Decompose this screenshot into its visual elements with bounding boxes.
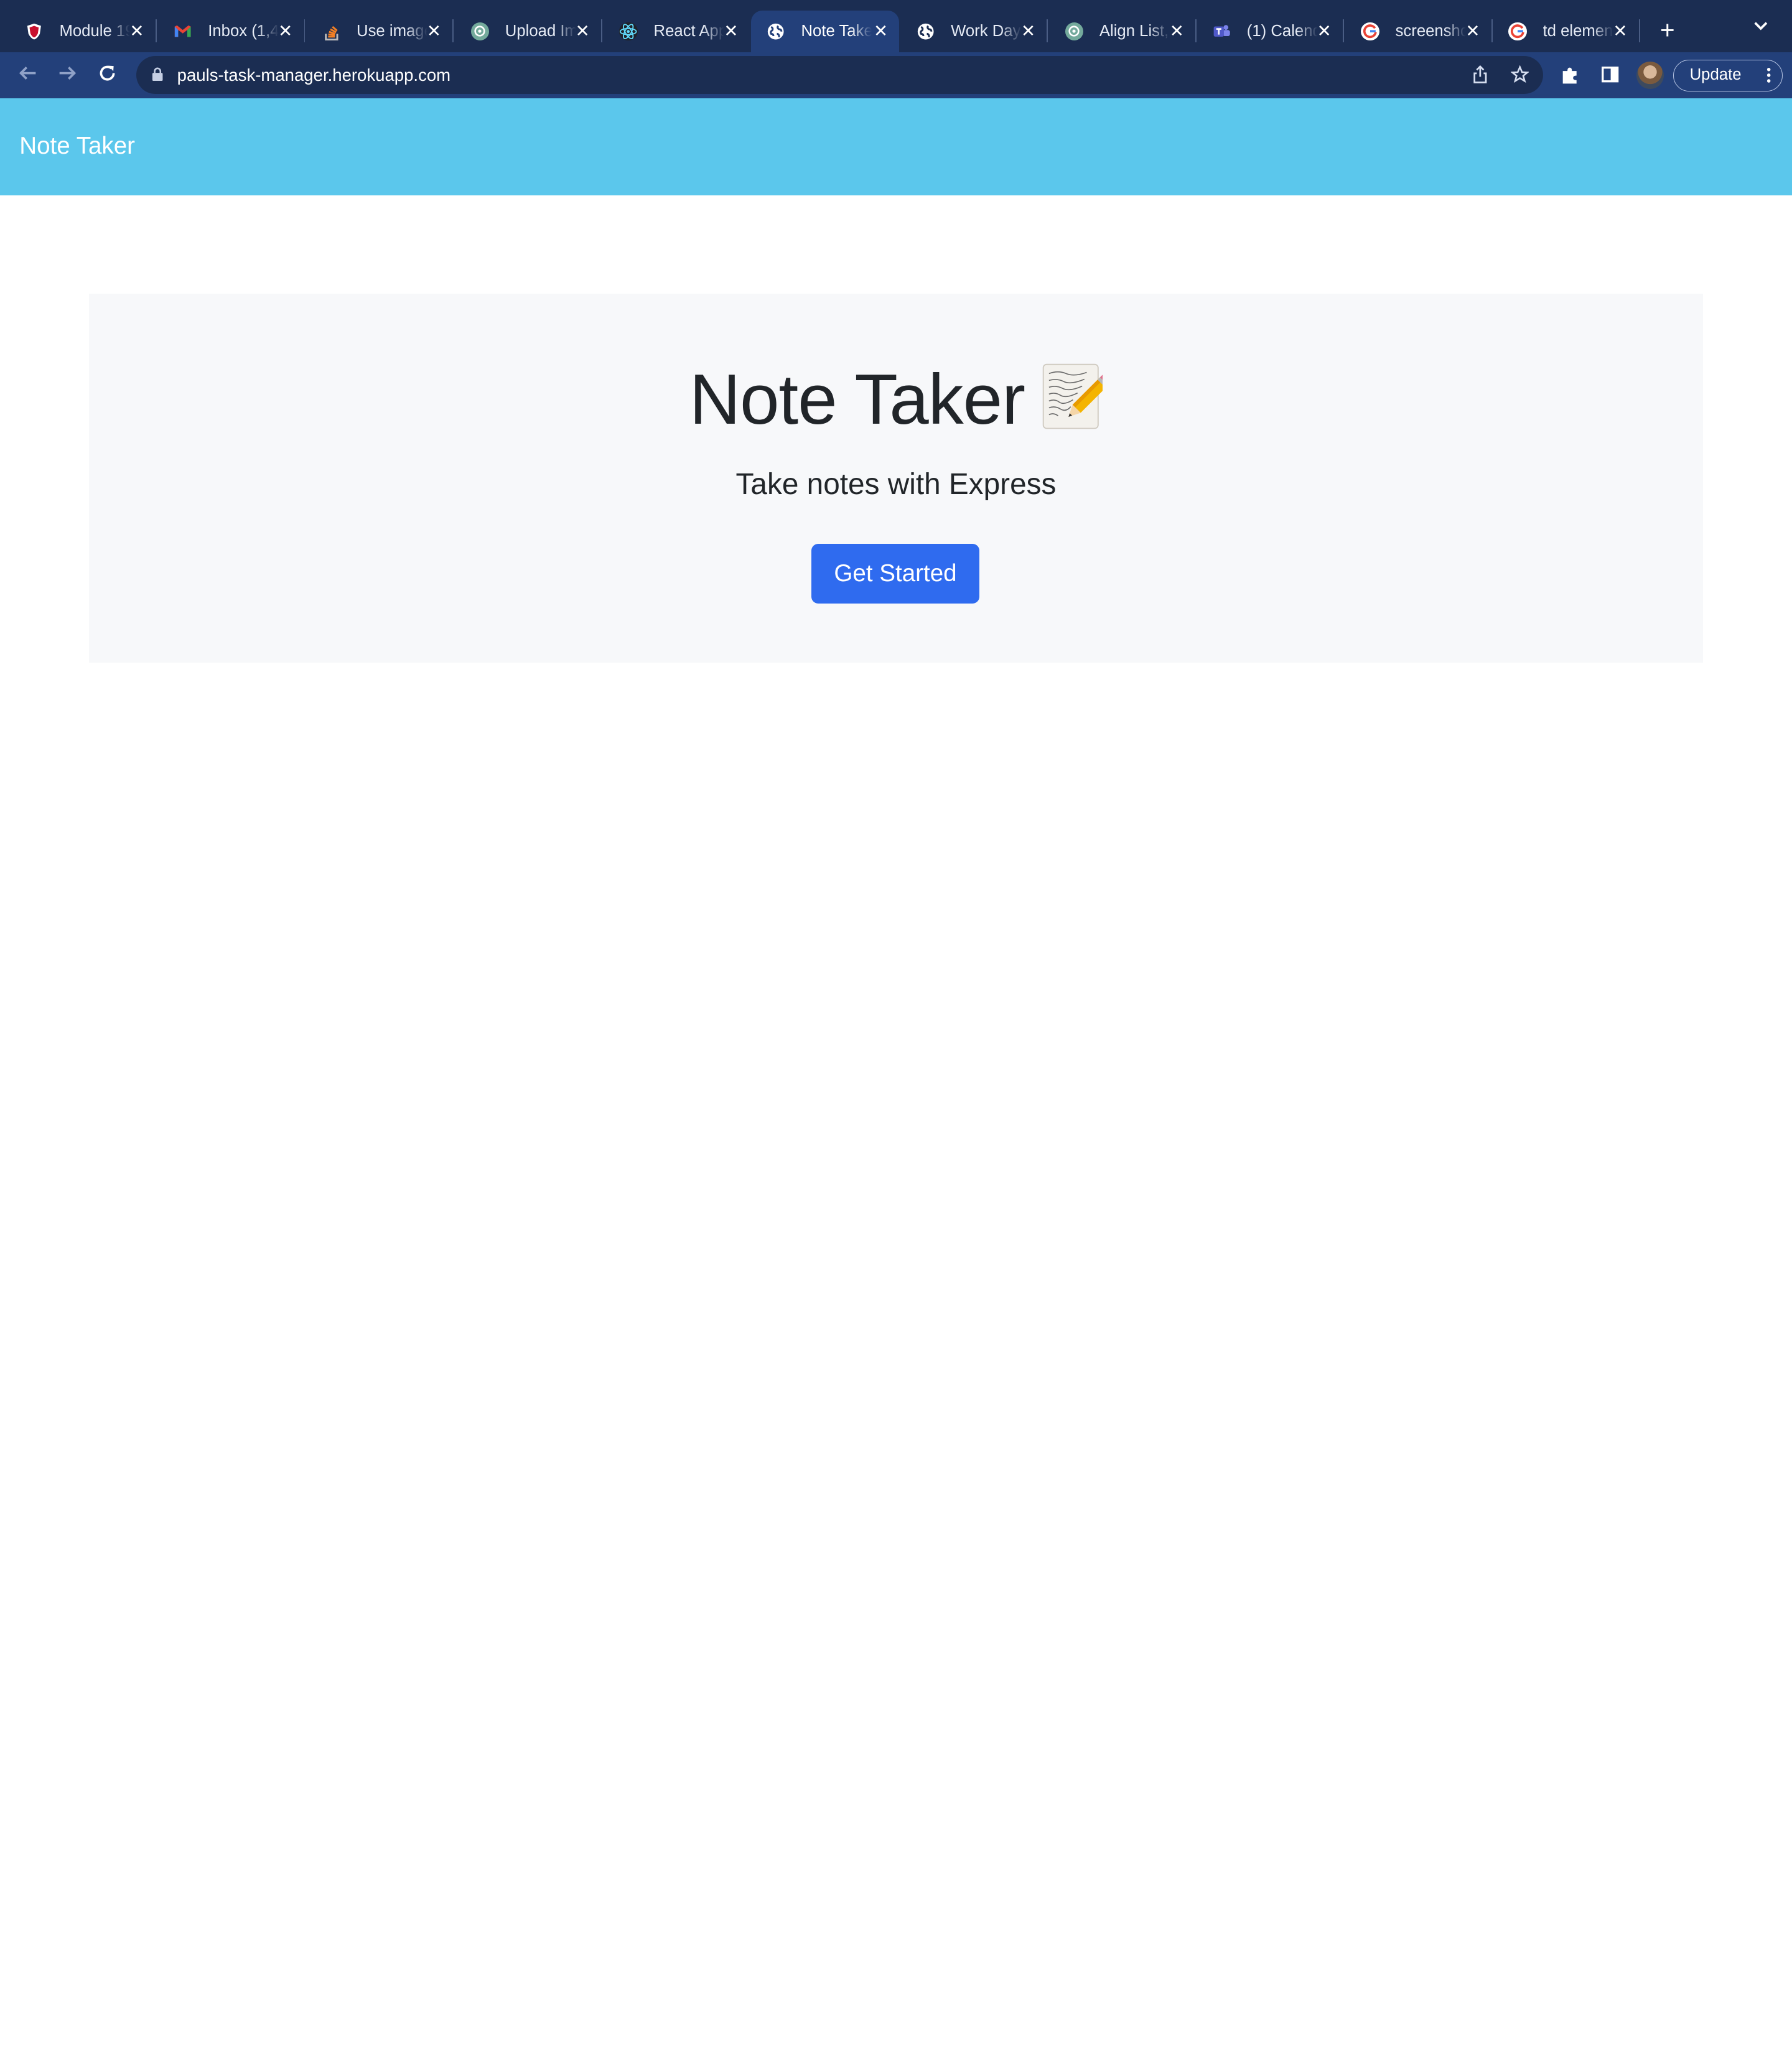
hero-jumbotron: Note Taker Take notes with Express Get S… <box>89 294 1703 663</box>
close-icon[interactable]: ✕ <box>1317 21 1332 41</box>
tab-upload-image[interactable]: Upload Im ✕ <box>455 11 602 53</box>
tab-label: td elemen <box>1542 22 1613 40</box>
page-title-text: Note Taker <box>689 360 1025 439</box>
tab-label: Work Day <box>951 22 1021 40</box>
globe-icon <box>767 22 785 40</box>
close-icon[interactable]: ✕ <box>1465 21 1480 41</box>
tab-search-chevron-icon[interactable] <box>1753 18 1769 36</box>
kebab-menu-icon[interactable] <box>1766 60 1771 101</box>
share-icon[interactable] <box>1470 65 1490 86</box>
tab-label: Inbox (1,4 <box>208 22 279 40</box>
tab-label: Upload Im <box>505 22 576 40</box>
browser-tab-strip: Module 19 ✕ Inbox (1,4 ✕ Use image ✕ Upl… <box>0 0 1792 53</box>
reload-icon[interactable] <box>95 63 119 88</box>
back-arrow-icon[interactable] <box>15 63 40 88</box>
tab-label: Align List, <box>1099 22 1169 40</box>
close-icon[interactable]: ✕ <box>129 21 144 41</box>
site-navbar: Note Taker <box>0 98 1792 196</box>
close-icon[interactable]: ✕ <box>576 21 590 41</box>
browser-toolbar: pauls-task-manager.herokuapp.com Update <box>0 52 1792 98</box>
tab-note-taker-active[interactable]: Note Take ✕ <box>750 10 900 53</box>
tab-label: (1) Calend <box>1246 22 1318 40</box>
google-icon <box>1361 22 1379 41</box>
tab-label: React App <box>653 22 725 40</box>
shield-icon <box>25 22 43 40</box>
globe-icon <box>917 22 935 40</box>
tab-separator <box>1047 19 1048 42</box>
chatgpt-icon <box>1065 22 1084 41</box>
tab-separator <box>601 19 602 42</box>
tab-label: Module 19 <box>59 22 131 40</box>
url-text[interactable]: pauls-task-manager.herokuapp.com <box>177 65 450 85</box>
close-icon[interactable]: ✕ <box>724 21 738 41</box>
get-started-button[interactable]: Get Started <box>811 544 980 604</box>
close-icon[interactable]: ✕ <box>1613 21 1627 41</box>
forward-arrow-icon[interactable] <box>55 63 80 88</box>
tab-separator <box>1343 19 1344 42</box>
teams-icon <box>1213 22 1231 40</box>
tab-use-image[interactable]: Use image ✕ <box>306 11 454 53</box>
tab-react-app[interactable]: React App ✕ <box>604 11 750 53</box>
close-icon[interactable]: ✕ <box>1021 21 1035 41</box>
react-icon <box>619 22 638 41</box>
google-icon <box>1508 22 1527 41</box>
extensions-puzzle-icon[interactable] <box>1560 65 1580 86</box>
tab-label: screensho <box>1395 22 1467 40</box>
tab-separator <box>304 19 306 42</box>
tab-separator <box>155 19 157 42</box>
tab-td-element[interactable]: td elemen ✕ <box>1493 11 1640 53</box>
close-icon[interactable]: ✕ <box>427 21 441 41</box>
tab-label: Note Take <box>801 22 872 40</box>
tab-calendar[interactable]: (1) Calend ✕ <box>1197 11 1344 53</box>
memo-pencil-icon <box>1041 362 1113 431</box>
tab-module[interactable]: Module 19 ✕ <box>9 11 157 53</box>
page-subtitle: Take notes with Express <box>735 468 1057 501</box>
stack-overflow-icon <box>322 22 340 40</box>
profile-avatar[interactable] <box>1636 62 1664 90</box>
update-button[interactable]: Update <box>1673 59 1783 91</box>
tab-align-list[interactable]: Align List, ✕ <box>1049 11 1197 53</box>
tab-separator <box>1638 19 1640 42</box>
close-icon[interactable]: ✕ <box>278 21 292 41</box>
tab-work-day[interactable]: Work Day ✕ <box>900 11 1048 53</box>
side-panel-icon[interactable] <box>1600 65 1620 86</box>
tab-inbox[interactable]: Inbox (1,4 ✕ <box>157 11 306 53</box>
page-title: Note Taker <box>89 359 1702 441</box>
navbar-brand-link[interactable]: Note Taker <box>19 133 135 160</box>
lock-icon[interactable] <box>152 67 163 82</box>
tab-screenshot-search[interactable]: screensho ✕ <box>1345 11 1493 53</box>
chatgpt-icon <box>470 22 490 41</box>
tab-separator <box>452 19 454 42</box>
bookmark-star-icon[interactable] <box>1510 65 1530 86</box>
close-icon[interactable]: ✕ <box>874 21 888 41</box>
close-icon[interactable]: ✕ <box>1170 21 1184 41</box>
update-label: Update <box>1689 65 1742 83</box>
tab-label: Use image <box>357 22 427 40</box>
new-tab-button[interactable]: + <box>1654 16 1681 44</box>
gmail-icon <box>174 22 192 40</box>
address-bar[interactable]: pauls-task-manager.herokuapp.com <box>136 55 1543 94</box>
